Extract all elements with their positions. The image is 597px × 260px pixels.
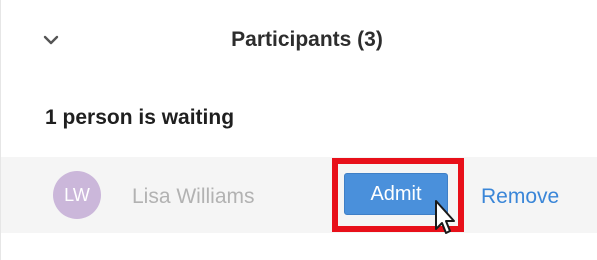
waiting-room-heading: 1 person is waiting bbox=[45, 106, 235, 129]
admit-button[interactable]: Admit bbox=[344, 173, 448, 215]
participants-panel: Participants (3) 1 person is waiting LW … bbox=[0, 0, 597, 260]
panel-title: Participants (3) bbox=[231, 28, 383, 51]
participant-name: Lisa Williams bbox=[132, 185, 255, 208]
mouse-pointer-icon bbox=[435, 200, 455, 234]
avatar: LW bbox=[53, 171, 101, 219]
panel-header: Participants (3) bbox=[1, 14, 597, 66]
waiting-participant-row: LW Lisa Williams Admit Remove bbox=[1, 157, 597, 233]
remove-link[interactable]: Remove bbox=[481, 185, 559, 209]
